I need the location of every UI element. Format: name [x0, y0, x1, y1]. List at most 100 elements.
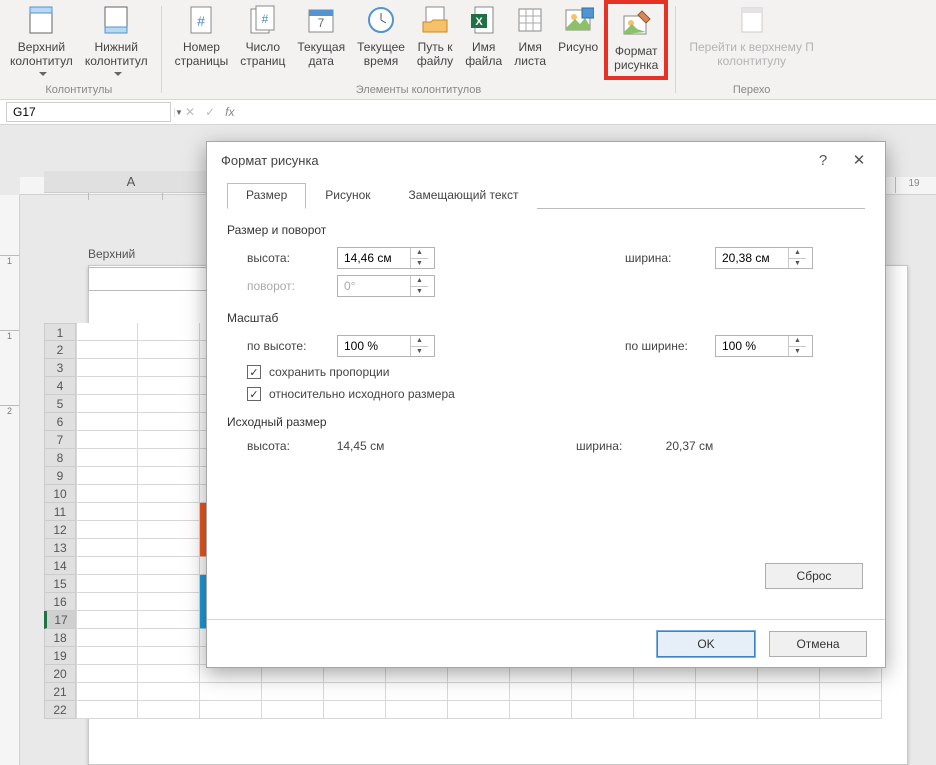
- width-label: ширина:: [625, 251, 715, 265]
- row-header[interactable]: 7: [44, 431, 76, 449]
- page-header-label: Верхний: [88, 247, 135, 261]
- row-header[interactable]: 11: [44, 503, 76, 521]
- page-number-button[interactable]: # Номер страницы: [169, 0, 235, 80]
- row-header[interactable]: 13: [44, 539, 76, 557]
- header-icon: [25, 4, 57, 36]
- help-button[interactable]: ?: [805, 146, 841, 174]
- page-number-icon: #: [185, 4, 217, 36]
- format-picture-button[interactable]: Формат рисунка: [604, 0, 668, 80]
- tab-picture[interactable]: Рисунок: [306, 183, 389, 209]
- row-header[interactable]: 19: [44, 647, 76, 665]
- orig-width-label: ширина:: [576, 439, 666, 453]
- row-header[interactable]: 15: [44, 575, 76, 593]
- file-name-button[interactable]: X Имя файла: [459, 0, 508, 80]
- scale-width-input[interactable]: [716, 339, 788, 353]
- row-header[interactable]: 6: [44, 413, 76, 431]
- spin-down-icon[interactable]: ▼: [789, 347, 806, 357]
- fx-icon[interactable]: fx: [225, 105, 234, 119]
- svg-text:X: X: [475, 16, 483, 28]
- scale-height-label: по высоте:: [247, 339, 337, 353]
- section-original: Исходный размер: [227, 415, 865, 429]
- dialog-title: Формат рисунка: [221, 153, 805, 168]
- tab-size[interactable]: Размер: [227, 183, 306, 209]
- row-header[interactable]: 4: [44, 377, 76, 395]
- spin-up-icon: ▲: [411, 276, 428, 287]
- cancel-icon[interactable]: ✕: [185, 105, 195, 119]
- file-path-button[interactable]: Путь к файлу: [411, 0, 459, 80]
- footer-button[interactable]: Нижний колонтитул: [79, 0, 154, 80]
- height-input[interactable]: [338, 251, 410, 265]
- lock-aspect-checkbox[interactable]: ✓сохранить пропорции: [247, 365, 865, 379]
- spin-up-icon[interactable]: ▲: [789, 336, 806, 347]
- folder-icon: [419, 4, 451, 36]
- spin-up-icon[interactable]: ▲: [411, 248, 428, 259]
- row-header[interactable]: 9: [44, 467, 76, 485]
- grid-icon: [514, 4, 546, 36]
- picture-icon: [562, 4, 594, 36]
- picture-button[interactable]: Рисуно: [552, 0, 604, 80]
- spin-down-icon: ▼: [411, 287, 428, 297]
- header-button[interactable]: Верхний колонтитул: [4, 0, 79, 80]
- group-label-hf: Колонтитулы: [45, 84, 112, 99]
- row-headers: 1 2 3 4 5 6 7 8 9 10 11 12 13 14 15 16 1…: [44, 323, 76, 719]
- dialog-footer: OK Отмена: [207, 619, 885, 667]
- row-header[interactable]: 21: [44, 683, 76, 701]
- ribbon: Верхний колонтитул Нижний колонтитул Кол…: [0, 0, 936, 100]
- row-header[interactable]: 16: [44, 593, 76, 611]
- spin-up-icon[interactable]: ▲: [789, 248, 806, 259]
- spin-up-icon[interactable]: ▲: [411, 336, 428, 347]
- svg-text:7: 7: [318, 16, 325, 30]
- reset-button[interactable]: Сброс: [765, 563, 863, 589]
- row-header[interactable]: 18: [44, 629, 76, 647]
- spin-down-icon[interactable]: ▼: [411, 259, 428, 269]
- row-header[interactable]: 2: [44, 341, 76, 359]
- ok-button[interactable]: OK: [657, 631, 755, 657]
- dialog-tabs: Размер Рисунок Замещающий текст: [227, 182, 865, 209]
- svg-text:#: #: [261, 12, 268, 26]
- row-header[interactable]: 8: [44, 449, 76, 467]
- relative-original-checkbox[interactable]: ✓относительно исходного размера: [247, 387, 865, 401]
- name-box[interactable]: ▼: [6, 102, 171, 122]
- row-header[interactable]: 14: [44, 557, 76, 575]
- name-box-input[interactable]: [7, 105, 174, 119]
- clock-icon: [365, 4, 397, 36]
- row-header[interactable]: 1: [44, 323, 76, 341]
- row-header[interactable]: 17: [44, 611, 76, 629]
- check-icon[interactable]: ✓: [205, 105, 215, 119]
- cancel-button[interactable]: Отмена: [769, 631, 867, 657]
- rotation-spinner: ▲▼: [337, 275, 435, 297]
- row-header[interactable]: 10: [44, 485, 76, 503]
- page-count-button[interactable]: # Число страниц: [234, 0, 291, 80]
- orig-height-label: высота:: [247, 439, 337, 453]
- height-label: высота:: [247, 251, 337, 265]
- spin-down-icon[interactable]: ▼: [411, 347, 428, 357]
- row-header[interactable]: 3: [44, 359, 76, 377]
- scale-height-spinner[interactable]: ▲▼: [337, 335, 435, 357]
- row-header[interactable]: 20: [44, 665, 76, 683]
- width-input[interactable]: [716, 251, 788, 265]
- tab-alt-text[interactable]: Замещающий текст: [390, 183, 538, 209]
- column-headers: A: [44, 171, 219, 193]
- checkbox-checked-icon: ✓: [247, 365, 261, 379]
- current-date-button[interactable]: 7 Текущая дата: [291, 0, 351, 80]
- height-spinner[interactable]: ▲▼: [337, 247, 435, 269]
- dialog-titlebar[interactable]: Формат рисунка ? ✕: [207, 142, 885, 178]
- close-button[interactable]: ✕: [841, 146, 877, 174]
- row-header[interactable]: 5: [44, 395, 76, 413]
- row-header[interactable]: 12: [44, 521, 76, 539]
- sheet-name-button[interactable]: Имя листа: [508, 0, 552, 80]
- goto-header-icon: [736, 4, 768, 36]
- rotation-label: поворот:: [247, 279, 337, 293]
- ribbon-group-nav: Перейти к верхнему П колонтитулу Перехо: [679, 0, 824, 99]
- spin-down-icon[interactable]: ▼: [789, 259, 806, 269]
- excel-file-icon: X: [468, 4, 500, 36]
- width-spinner[interactable]: ▲▼: [715, 247, 813, 269]
- scale-height-input[interactable]: [338, 339, 410, 353]
- vertical-ruler: 1 1 2: [0, 195, 20, 765]
- col-header-a[interactable]: A: [44, 171, 219, 193]
- format-picture-icon: [620, 8, 652, 40]
- current-time-button[interactable]: Текущее время: [351, 0, 411, 80]
- group-label-elements: Элементы колонтитулов: [356, 84, 482, 99]
- row-header[interactable]: 22: [44, 701, 76, 719]
- scale-width-spinner[interactable]: ▲▼: [715, 335, 813, 357]
